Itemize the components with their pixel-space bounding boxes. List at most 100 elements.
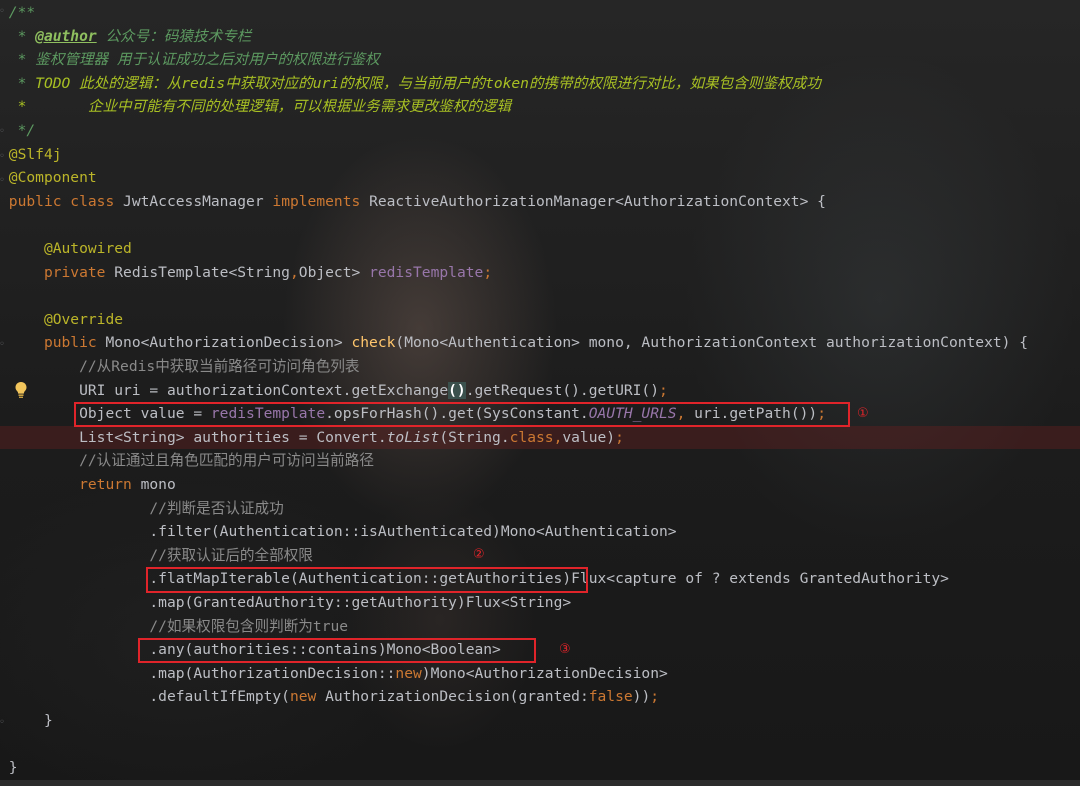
line-margin [0, 641, 9, 658]
line-margin [0, 405, 9, 422]
fold-marker-icon[interactable]: ◦ [0, 6, 5, 17]
line-margin [0, 28, 9, 45]
type-hint: Mono<AuthorizationDecision> [430, 664, 668, 682]
line-margin [0, 500, 9, 517]
line-margin [0, 736, 9, 753]
code-token: @Override [43, 310, 124, 328]
code-line[interactable]: */ [0, 119, 1080, 142]
code-token: * 企业中可能有不同的处理逻辑，可以根据业务需求更改鉴权的逻辑 [8, 98, 512, 116]
type-hint: Flux<String> [465, 594, 572, 611]
fold-marker-icon[interactable]: ◦ [0, 126, 5, 137]
code-token: mono [140, 476, 176, 493]
fold-marker-icon[interactable]: ◦ [0, 717, 5, 728]
code-line[interactable]: //判断是否认证成功 [0, 497, 1080, 520]
code-token: .getRequest().getURI() [465, 381, 659, 399]
code-token: ; [483, 263, 493, 281]
code-line[interactable]: //认证通过且角色匹配的用户可访问当前路径 [0, 449, 1080, 472]
code-line[interactable]: //如果权限包含则判断为true [0, 615, 1080, 638]
code-line[interactable]: .filter(Authentication::isAuthenticated)… [0, 520, 1080, 543]
code-line[interactable] [0, 284, 1080, 307]
code-token: * [8, 27, 36, 45]
code-line[interactable]: URI uri = authorizationContext.getExchan… [0, 379, 1080, 402]
code-line[interactable]: } [0, 756, 1080, 779]
code-token: ReactiveAuthorizationManager<Authorizati… [369, 192, 826, 210]
code-line[interactable]: @Override [0, 308, 1080, 331]
fold-marker-icon[interactable]: ◦ [0, 339, 5, 350]
code-token: } [43, 712, 53, 729]
annotation-box-1 [74, 402, 850, 427]
horizontal-scrollbar[interactable] [0, 780, 1080, 786]
code-token: * 鉴权管理器 用于认证成功之后对用户的权限进行鉴权 [8, 51, 380, 69]
code-token: ; [650, 688, 660, 706]
code-token: (Mono<Authentication> mono, Authorizatio… [395, 334, 1029, 352]
code-line[interactable]: .map(AuthorizationDecision::new)Mono<Aut… [0, 662, 1080, 685]
code-token: new [395, 664, 422, 682]
code-token: implements [272, 192, 370, 210]
code-line[interactable]: List<String> authorities = Convert.toLis… [0, 425, 1080, 449]
code-token: toList [386, 428, 440, 446]
code-line[interactable]: //从Redis中获取当前路径可访问角色列表 [0, 355, 1080, 378]
code-line[interactable]: * @author 公众号：码猿技术专栏 [0, 25, 1080, 48]
code-token: //判断是否认证成功 [149, 499, 284, 517]
code-line[interactable]: /** [0, 1, 1080, 24]
line-margin [0, 688, 9, 705]
code-editor[interactable]: /** * @author 公众号：码猿技术专栏 * 鉴权管理器 用于认证成功之… [0, 0, 1080, 786]
code-token: .map(AuthorizationDecision:: [149, 664, 396, 682]
code-token: ) [421, 664, 431, 682]
code-token: check [351, 334, 396, 352]
code-line[interactable]: .map(GrantedAuthority::getAuthority)Flux… [0, 591, 1080, 614]
code-line[interactable]: return mono [0, 473, 1080, 496]
code-line[interactable]: private RedisTemplate<String,Object> red… [0, 261, 1080, 284]
line-margin [0, 216, 9, 233]
code-line[interactable]: } [0, 709, 1080, 732]
code-token: 公众号：码猿技术专栏 [96, 27, 252, 45]
fold-marker-icon[interactable]: ◦ [0, 151, 5, 162]
line-margin [0, 594, 9, 611]
annotation-number-3: ③ [559, 642, 571, 657]
line-margin [0, 523, 9, 540]
code-line[interactable]: //获取认证后的全部权限 [0, 544, 1080, 567]
code-token: .defaultIfEmpty( [149, 688, 290, 706]
code-token: , [289, 263, 299, 281]
line-margin [0, 618, 9, 635]
code-line[interactable]: @Slf4j [0, 143, 1080, 166]
line-margin [0, 759, 9, 776]
line-margin [0, 382, 9, 399]
code-line[interactable] [0, 213, 1080, 236]
code-line[interactable]: .defaultIfEmpty(new AuthorizationDecisio… [0, 685, 1080, 708]
code-line[interactable] [0, 733, 1080, 756]
code-line[interactable]: * 鉴权管理器 用于认证成功之后对用户的权限进行鉴权 [0, 48, 1080, 71]
code-token: @Component [8, 169, 97, 187]
code-line[interactable]: * TODO 此处的逻辑：从redis中获取对应的uri的权限，与当前用户的to… [0, 72, 1080, 95]
code-token: false [588, 688, 633, 706]
fold-marker-icon[interactable]: ◦ [0, 175, 5, 186]
code-line[interactable]: public Mono<AuthorizationDecision> check… [0, 331, 1080, 354]
code-token: //如果权限包含则判断为true [149, 617, 349, 635]
line-margin [0, 193, 9, 210]
code-token: ; [659, 381, 668, 399]
line-margin [0, 665, 9, 682]
code-line[interactable]: * 企业中可能有不同的处理逻辑，可以根据业务需求更改鉴权的逻辑 [0, 95, 1080, 118]
code-token: value) [562, 428, 616, 446]
code-line[interactable]: public class JwtAccessManager implements… [0, 190, 1080, 213]
code-token: RedisTemplate<String [114, 263, 290, 281]
type-hint: Mono<Authentication> [500, 523, 677, 541]
lightbulb-icon[interactable] [14, 381, 28, 399]
code-line[interactable]: @Autowired [0, 237, 1080, 260]
code-line[interactable]: @Component [0, 166, 1080, 189]
line-margin [0, 98, 9, 115]
code-token: List<String> authorities = Convert. [79, 428, 387, 446]
annotation-box-3 [138, 638, 536, 663]
code-token: .map(GrantedAuthority::getAuthority) [149, 594, 466, 611]
